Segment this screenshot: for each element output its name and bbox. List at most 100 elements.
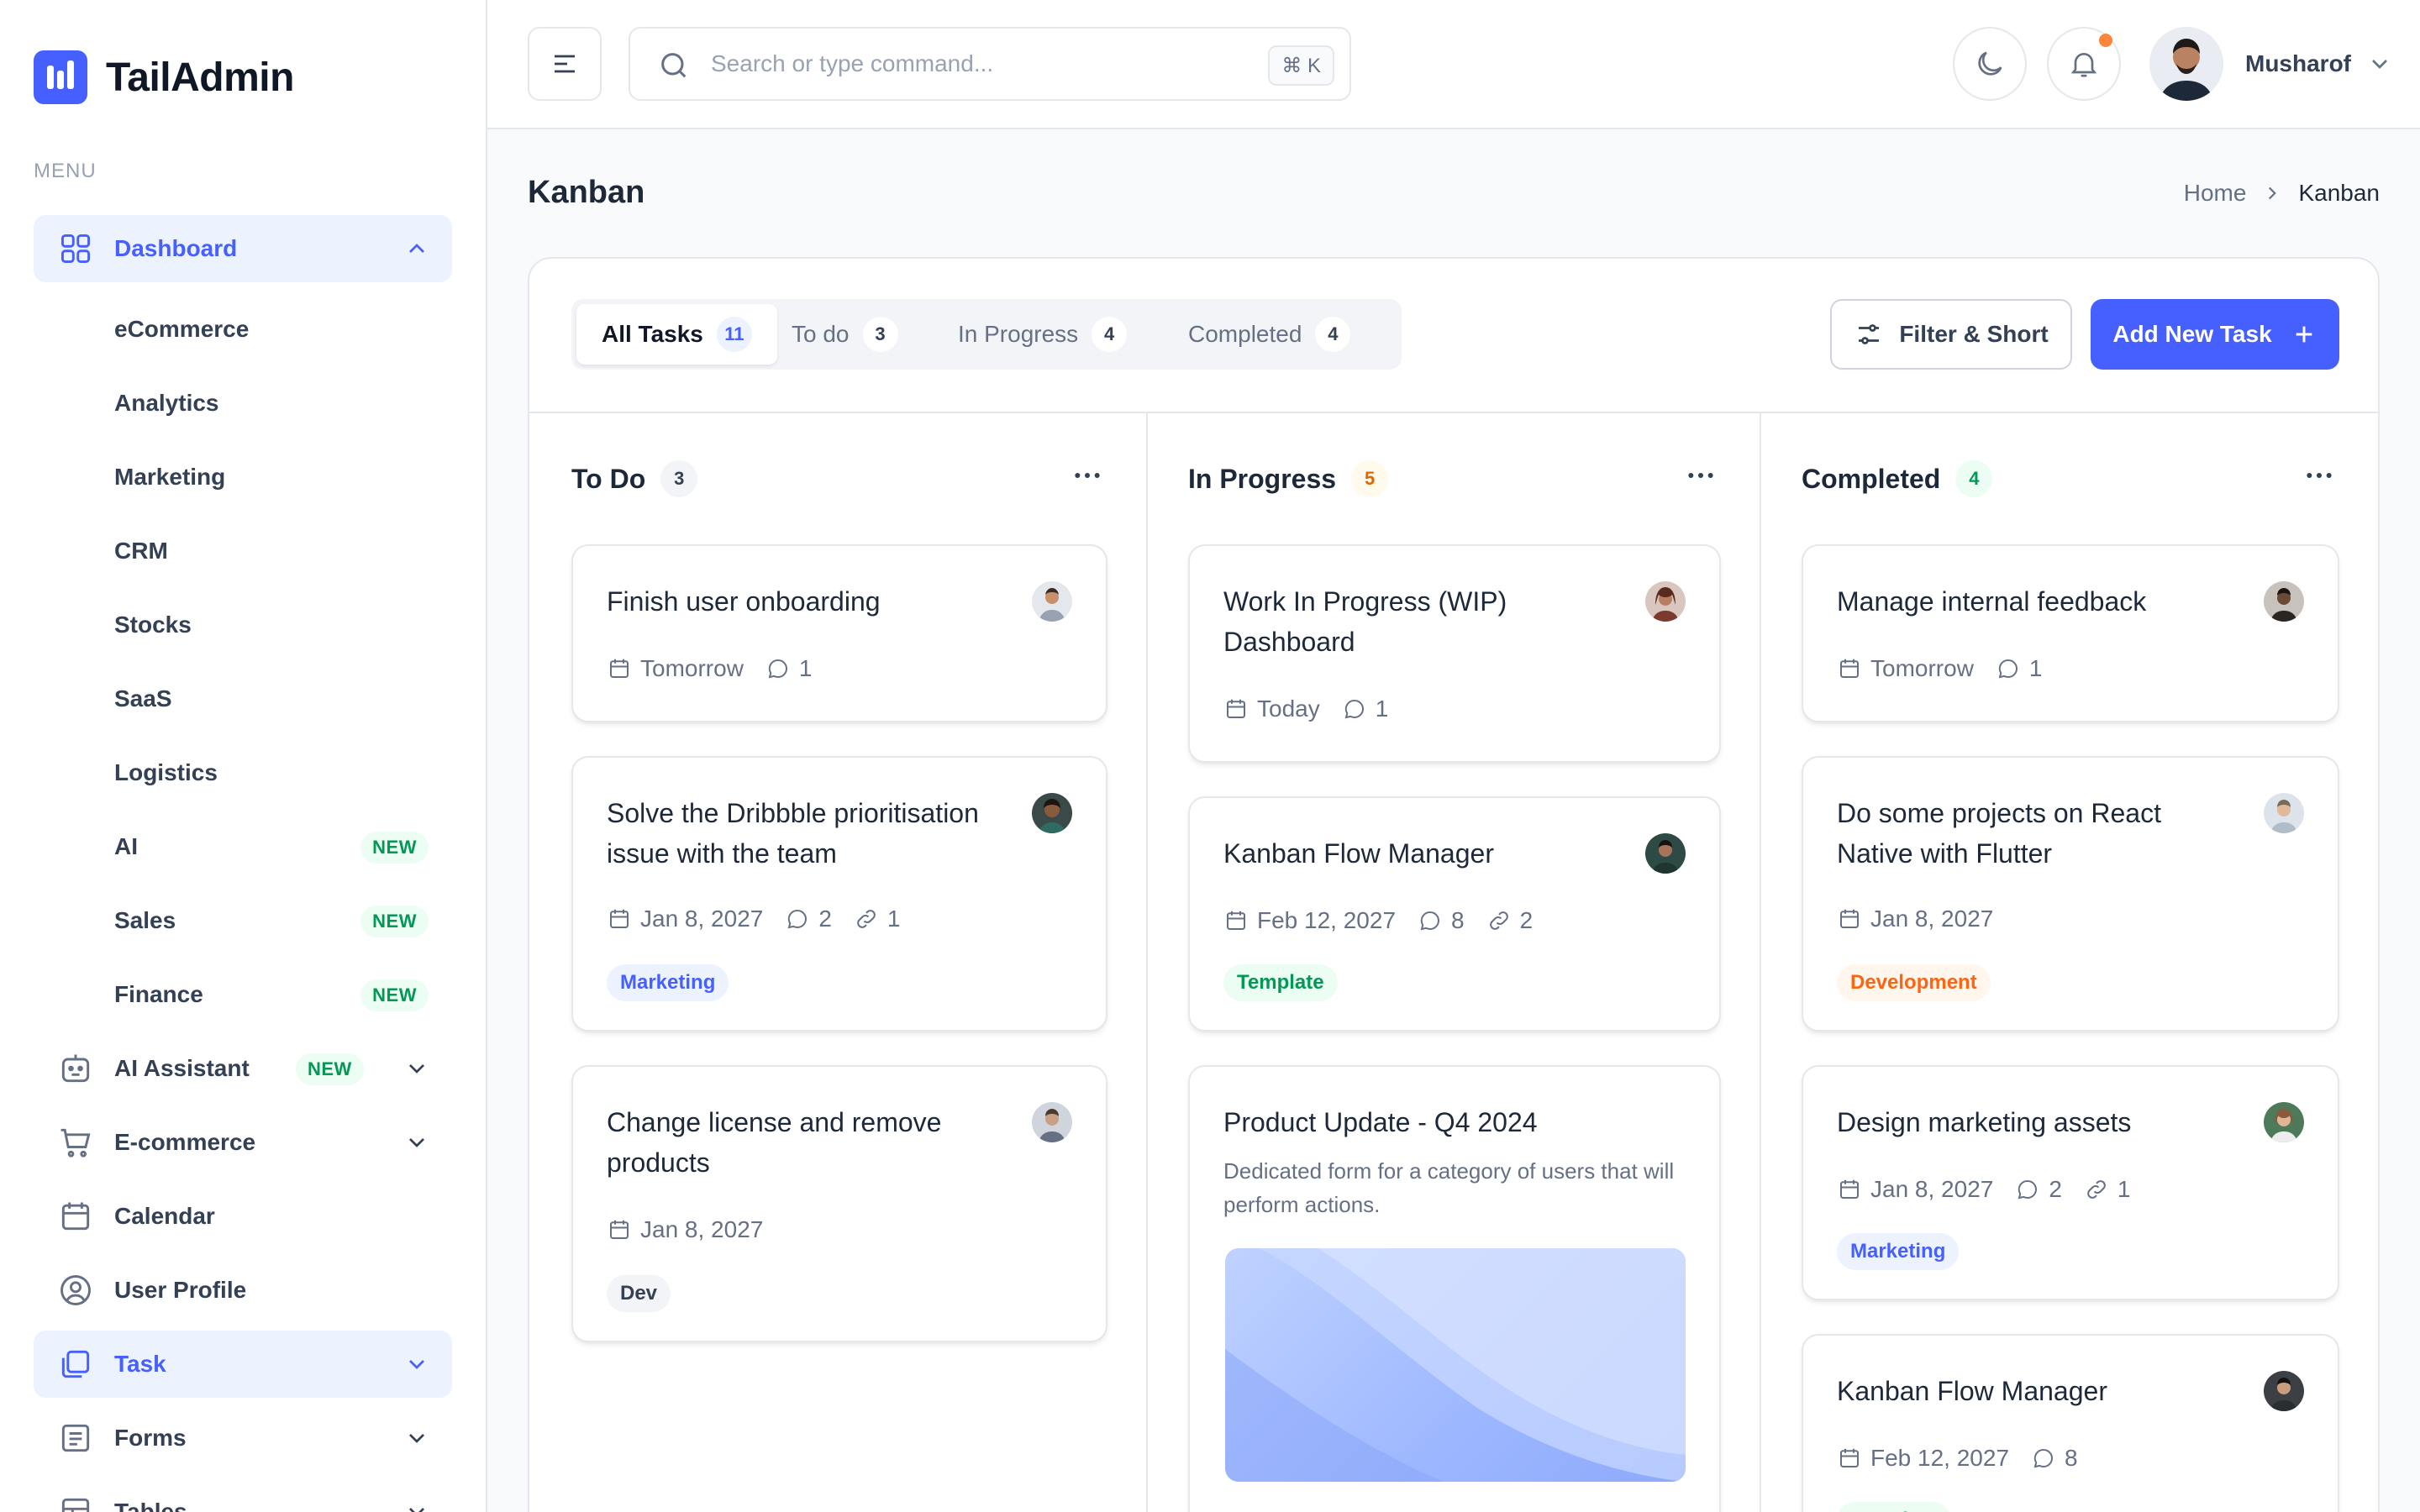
column-divider [1760, 412, 1761, 1512]
avatar [2264, 793, 2304, 833]
sidebar-item-dashboard[interactable]: Dashboard [34, 215, 452, 282]
sidebar-subitem-stocks[interactable]: Stocks [114, 598, 447, 652]
sidebar-item-label: Forms [114, 1425, 187, 1451]
task-comments: 8 [1451, 907, 1465, 933]
sidebar-subitem-sales[interactable]: Sales NEW [114, 894, 447, 948]
task-card[interactable]: Design marketing assets Jan 8, 2027 2 1 … [1802, 1065, 2339, 1300]
tab-count: 4 [1092, 317, 1128, 352]
sidebar: TailAdmin MENU Dashboard eCommerce Analy… [0, 0, 487, 1512]
sidebar-item-user-profile[interactable]: User Profile [34, 1257, 452, 1324]
calendar-icon [1227, 699, 1245, 718]
breadcrumb: Home Kanban [2184, 180, 2380, 207]
task-card[interactable]: Change license and remove products Jan 8… [571, 1065, 1107, 1342]
avatar [1645, 833, 1686, 874]
sidebar-subitem-label: Marketing [114, 464, 226, 490]
moon-icon [1978, 51, 2002, 76]
sidebar-subitem-label: AI [114, 833, 138, 859]
chevron-up-icon [409, 244, 424, 253]
sidebar-subitem-label: SaaS [114, 685, 172, 711]
search-bar[interactable]: Search or type command... ⌘ K [629, 27, 1351, 101]
tab-todo[interactable]: To do 3 [766, 304, 923, 365]
chevron-down-icon [409, 1360, 424, 1369]
add-task-button[interactable]: Add New Task [2091, 299, 2339, 370]
avatar [1032, 581, 1072, 622]
task-comments: 1 [1375, 696, 1389, 722]
task-card[interactable]: Do some projects on React Native with Fl… [1802, 756, 2339, 1032]
task-card[interactable]: Solve the Dribbble prioritisation issue … [571, 756, 1107, 1032]
sidebar-item-ecommerce[interactable]: E-commerce [34, 1109, 452, 1176]
bell-icon [2070, 53, 2097, 77]
sidebar-item-forms[interactable]: Forms [34, 1404, 452, 1472]
task-links: 1 [2117, 1176, 2131, 1202]
filter-button[interactable]: Filter & Short [1830, 299, 2072, 370]
sidebar-subitem-analytics[interactable]: Analytics [114, 376, 447, 430]
task-card[interactable]: Manage internal feedback Tomorrow 1 [1802, 544, 2339, 722]
tab-in-progress[interactable]: In Progress 4 [933, 304, 1152, 365]
avatar [1032, 793, 1072, 833]
sidebar-item-label: Calendar [114, 1203, 215, 1229]
breadcrumb-home[interactable]: Home [2184, 180, 2247, 207]
sidebar-item-label: Task [114, 1351, 166, 1377]
sidebar-item-calendar[interactable]: Calendar [34, 1183, 452, 1250]
task-card[interactable]: Work In Progress (WIP) Dashboard Today 1 [1188, 544, 1721, 763]
column-title: Completed [1802, 463, 1941, 494]
sidebar-item-ai-assistant[interactable]: AI Assistant NEW [34, 1035, 452, 1102]
task-date: Jan 8, 2027 [640, 1216, 764, 1242]
task-title: Kanban Flow Manager [1223, 838, 1494, 869]
more-horizontal-icon[interactable] [2302, 459, 2336, 492]
app-name: TailAdmin [106, 55, 294, 100]
sidebar-subitem-ecommerce[interactable]: eCommerce [114, 302, 447, 356]
tab-count: 4 [1315, 317, 1351, 352]
new-badge: NEW [360, 906, 429, 937]
add-task-label: Add New Task [2112, 321, 2272, 347]
avatar [1032, 1102, 1072, 1142]
sidebar-subitem-crm[interactable]: CRM [114, 524, 447, 578]
link-icon [857, 910, 876, 928]
sidebar-subitem-marketing[interactable]: Marketing [114, 450, 447, 504]
task-card[interactable]: Finish user onboarding Tomorrow 1 [571, 544, 1107, 722]
task-title: Do some projects on React Native with Fl… [1837, 798, 2161, 869]
avatar [2264, 1371, 2304, 1411]
column-header-completed: Completed 4 [1802, 460, 1993, 497]
breadcrumb-current: Kanban [2298, 180, 2380, 206]
task-links: 1 [886, 906, 901, 932]
sidebar-subitem-label: CRM [114, 538, 168, 564]
tab-completed[interactable]: Completed 4 [1163, 304, 1376, 365]
task-card[interactable]: Kanban Flow Manager Feb 12, 2027 8 Templ… [1802, 1334, 2339, 1512]
calendar-icon [1840, 909, 1859, 928]
task-card[interactable]: Kanban Flow Manager Feb 12, 2027 8 2 Tem… [1188, 796, 1721, 1032]
sidebar-toggle-button[interactable] [528, 27, 602, 101]
search-input[interactable]: Search or type command... [711, 50, 993, 77]
sidebar-subitem-saas[interactable]: SaaS [114, 672, 447, 726]
sidebar-subitem-finance[interactable]: Finance NEW [114, 968, 447, 1021]
task-card[interactable]: Product Update - Q4 2024 Dedicated form … [1188, 1065, 1721, 1512]
sidebar-item-task[interactable]: Task [34, 1331, 452, 1398]
calendar-icon [610, 909, 629, 928]
cart-icon [60, 1128, 91, 1158]
tab-all-tasks[interactable]: All Tasks 11 [576, 304, 777, 365]
task-links: 2 [1519, 907, 1534, 933]
sidebar-item-tables[interactable]: Tables [34, 1478, 452, 1512]
board-divider [529, 412, 2378, 413]
notifications-button[interactable] [2047, 27, 2121, 101]
chevron-down-icon [409, 1508, 424, 1512]
column-count: 4 [1955, 460, 1993, 497]
task-meta: Tomorrow 1 [1837, 655, 2065, 682]
calendar-icon [61, 1202, 90, 1231]
more-horizontal-icon[interactable] [1684, 459, 1718, 492]
calendar-icon [1840, 1179, 1859, 1199]
dark-mode-toggle[interactable] [1953, 27, 2027, 101]
more-horizontal-icon[interactable] [1071, 459, 1104, 492]
sidebar-subitem-logistics[interactable]: Logistics [114, 746, 447, 800]
app-logo[interactable]: TailAdmin [34, 50, 294, 104]
task-title: Design marketing assets [1837, 1107, 2132, 1137]
sidebar-item-label: Dashboard [114, 235, 238, 261]
comment-icon [768, 659, 787, 679]
task-tag: Dev [607, 1275, 671, 1312]
user-menu[interactable]: Musharof [2149, 27, 2393, 101]
task-comments: 2 [2049, 1176, 2062, 1202]
sidebar-subitem-ai[interactable]: AI NEW [114, 820, 447, 874]
sidebar-subitem-label: Logistics [114, 759, 218, 785]
task-date: Tomorrow [640, 655, 744, 681]
task-comments: 1 [2028, 655, 2043, 681]
